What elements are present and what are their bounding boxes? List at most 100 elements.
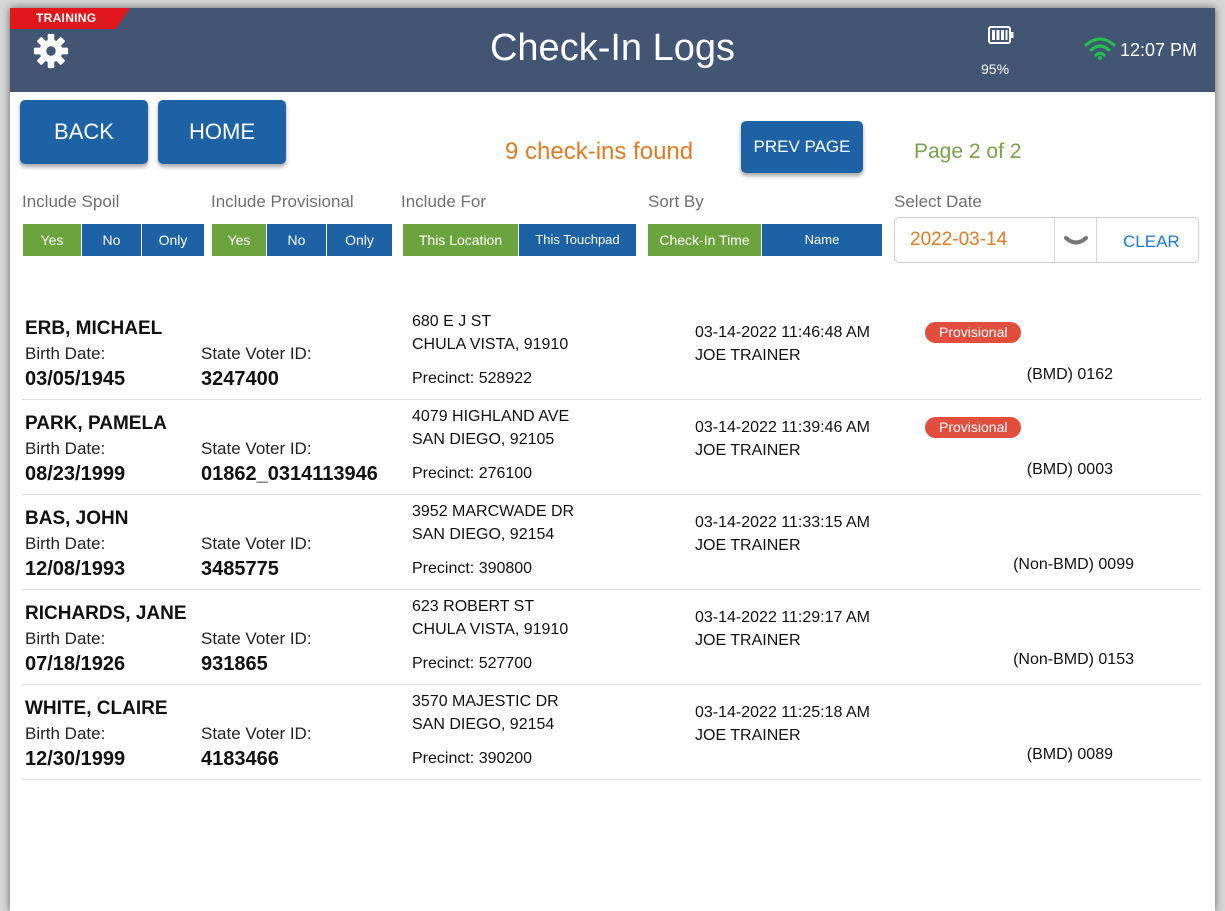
birth-date: 12/08/1993 — [25, 558, 126, 580]
include-spoil-toggle: Yes No Only — [23, 224, 204, 256]
sort-check-in-time-option[interactable]: Check-In Time — [648, 224, 762, 256]
chevron-down-icon[interactable] — [1063, 230, 1089, 250]
provisional-badge: Provisional — [925, 322, 1022, 343]
provisional-only-option[interactable]: Only — [327, 224, 392, 256]
check-in-row[interactable]: PARK, PAMELA Birth Date: 08/23/1999 Stat… — [22, 400, 1201, 495]
results-count: 9 check-ins found — [505, 138, 694, 165]
training-ribbon: TRAINING — [10, 8, 130, 29]
precinct: Precinct: 528922 — [412, 370, 533, 387]
address-line-1: 680 E J ST — [412, 313, 492, 330]
battery-percent: 95% — [981, 61, 1010, 77]
check-in-timestamp: 03-14-2022 11:39:46 AM — [695, 419, 870, 436]
voter-name: ERB, MICHAEL — [25, 318, 163, 339]
device-id: (BMD) 0003 — [1026, 461, 1113, 478]
birth-date: 08/23/1999 — [25, 463, 126, 485]
address-line-1: 4079 HIGHLAND AVE — [412, 408, 570, 425]
address-line-2: SAN DIEGO, 92154 — [412, 716, 555, 733]
check-in-row[interactable]: RICHARDS, JANE Birth Date: 07/18/1926 St… — [22, 590, 1201, 685]
spoil-yes-option[interactable]: Yes — [23, 224, 82, 256]
status-time: 12:07 PM — [1120, 40, 1198, 60]
voter-id: 3485775 — [201, 558, 279, 580]
include-for-toggle: This Location This Touchpad — [403, 224, 636, 256]
include-provisional-toggle: Yes No Only — [212, 224, 392, 256]
birth-date-label: Birth Date: — [25, 534, 106, 553]
wifi-icon — [1084, 37, 1116, 60]
page-title: Check-In Logs — [489, 27, 735, 69]
device-id: (BMD) 0162 — [1026, 366, 1113, 383]
address-line-2: CHULA VISTA, 91910 — [412, 621, 569, 638]
voter-id-label: State Voter ID: — [201, 439, 312, 458]
date-picker: 2022-03-14 CLEAR — [894, 217, 1199, 263]
date-divider — [1054, 218, 1055, 262]
check-in-row[interactable]: ERB, MICHAEL Birth Date: 03/05/1945 Stat… — [22, 305, 1201, 400]
prev-page-button[interactable]: PREV PAGE — [741, 121, 863, 173]
address-line-1: 3570 MAJESTIC DR — [412, 693, 559, 710]
check-in-row[interactable]: BAS, JOHN Birth Date: 12/08/1993 State V… — [22, 495, 1201, 590]
back-button[interactable]: BACK — [20, 100, 148, 164]
include-this-touchpad-option[interactable]: This Touchpad — [519, 224, 636, 256]
address-line-2: SAN DIEGO, 92154 — [412, 526, 555, 543]
date-divider — [1096, 218, 1097, 262]
birth-date-label: Birth Date: — [25, 344, 106, 363]
include-spoil-label: Include Spoil — [22, 192, 120, 211]
device-id: (Non-BMD) 0099 — [1013, 556, 1134, 573]
provisional-yes-option[interactable]: Yes — [212, 224, 267, 256]
app-window: TRAINING Check-In Logs 95% 12:07 PM BACK… — [10, 8, 1215, 911]
voter-name: RICHARDS, JANE — [25, 603, 187, 624]
provisional-badge: Provisional — [925, 417, 1022, 438]
birth-date: 07/18/1926 — [25, 653, 126, 675]
spoil-no-option[interactable]: No — [82, 224, 142, 256]
birth-date: 12/30/1999 — [25, 748, 126, 770]
check-in-timestamp: 03-14-2022 11:46:48 AM — [695, 324, 870, 341]
birth-date: 03/05/1945 — [25, 368, 126, 390]
voter-id: 4183466 — [201, 748, 279, 770]
spoil-only-option[interactable]: Only — [142, 224, 204, 256]
voter-id: 931865 — [201, 653, 268, 675]
sort-by-toggle: Check-In Time Name — [648, 224, 882, 256]
sort-by-label: Sort By — [648, 192, 704, 211]
voter-name: PARK, PAMELA — [25, 413, 167, 434]
check-in-timestamp: 03-14-2022 11:25:18 AM — [695, 704, 870, 721]
training-label: TRAINING — [36, 11, 97, 25]
address-line-1: 623 ROBERT ST — [412, 598, 535, 615]
date-value[interactable]: 2022-03-14 — [910, 229, 1007, 251]
clear-date-button[interactable]: CLEAR — [1123, 232, 1180, 252]
device-id: (Non-BMD) 0153 — [1013, 651, 1134, 668]
address-line-2: SAN DIEGO, 92105 — [412, 431, 555, 448]
check-in-timestamp: 03-14-2022 11:33:15 AM — [695, 514, 870, 531]
home-button[interactable]: HOME — [158, 100, 286, 164]
page-indicator: Page 2 of 2 — [914, 140, 1022, 163]
birth-date-label: Birth Date: — [25, 629, 106, 648]
precinct: Precinct: 390200 — [412, 750, 533, 767]
voter-name: WHITE, CLAIRE — [25, 698, 168, 719]
check-in-list: ERB, MICHAEL Birth Date: 03/05/1945 Stat… — [22, 305, 1201, 780]
checked-in-by: JOE TRAINER — [695, 632, 801, 649]
select-date-label: Select Date — [894, 192, 982, 211]
precinct: Precinct: 527700 — [412, 655, 533, 672]
birth-date-label: Birth Date: — [25, 439, 106, 458]
check-in-row[interactable]: WHITE, CLAIRE Birth Date: 12/30/1999 Sta… — [22, 685, 1201, 780]
checked-in-by: JOE TRAINER — [695, 442, 801, 459]
voter-id-label: State Voter ID: — [201, 629, 312, 648]
include-provisional-label: Include Provisional — [211, 192, 354, 211]
provisional-no-option[interactable]: No — [267, 224, 327, 256]
checked-in-by: JOE TRAINER — [695, 727, 801, 744]
checked-in-by: JOE TRAINER — [695, 537, 801, 554]
address-line-2: CHULA VISTA, 91910 — [412, 336, 569, 353]
include-for-label: Include For — [401, 192, 487, 211]
birth-date-label: Birth Date: — [25, 724, 106, 743]
sort-name-option[interactable]: Name — [762, 224, 882, 256]
address-line-1: 3952 MARCWADE DR — [412, 503, 575, 520]
voter-id: 3247400 — [201, 368, 279, 390]
voter-id-label: State Voter ID: — [201, 534, 312, 553]
precinct: Precinct: 276100 — [412, 465, 533, 482]
voter-name: BAS, JOHN — [25, 508, 129, 529]
include-this-location-option[interactable]: This Location — [403, 224, 519, 256]
voter-id-label: State Voter ID: — [201, 344, 312, 363]
voter-id-label: State Voter ID: — [201, 724, 312, 743]
voter-id: 01862_0314113946 — [201, 463, 378, 485]
battery-icon — [988, 26, 1014, 44]
check-in-timestamp: 03-14-2022 11:29:17 AM — [695, 609, 870, 626]
checked-in-by: JOE TRAINER — [695, 347, 801, 364]
precinct: Precinct: 390800 — [412, 560, 533, 577]
